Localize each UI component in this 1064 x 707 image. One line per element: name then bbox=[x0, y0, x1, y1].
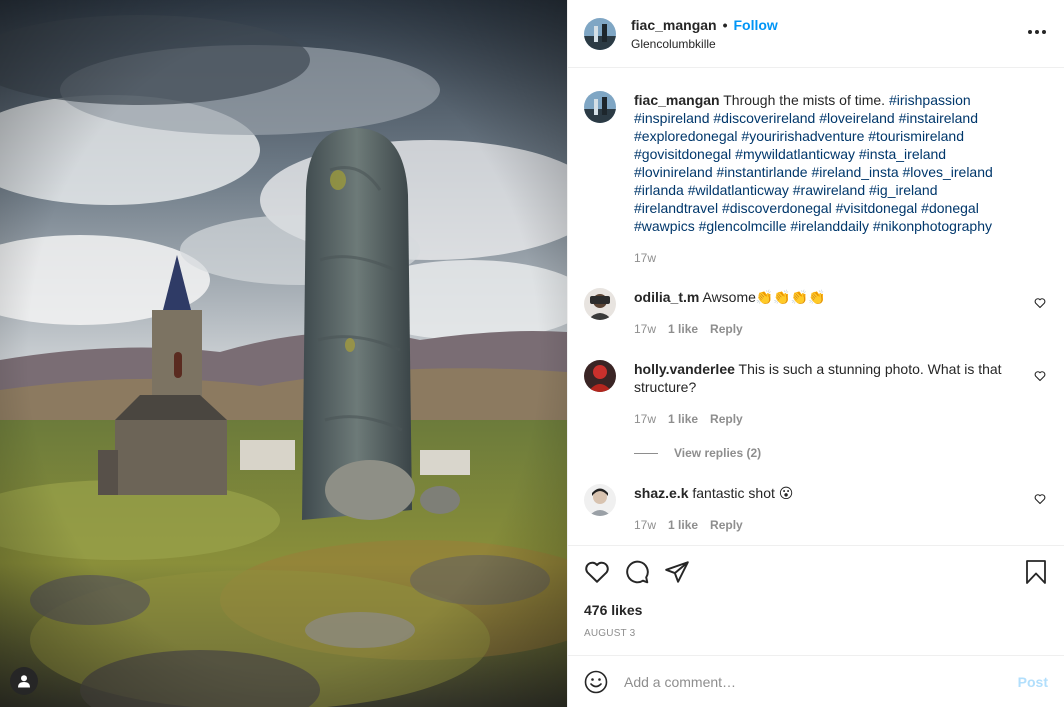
comment-time[interactable]: 17w bbox=[634, 320, 656, 338]
post-viewer: fiac_mangan • Follow Glencolumbkille fia… bbox=[0, 0, 1064, 707]
comment-username[interactable]: odilia_t.m bbox=[634, 289, 699, 305]
comment-item: shaz.e.k fantastic shot 😮 17w 1 like Rep… bbox=[584, 484, 1048, 534]
comment-likes[interactable]: 1 like bbox=[668, 320, 698, 338]
reply-button[interactable]: Reply bbox=[710, 410, 743, 428]
likes-count[interactable]: 476 likes bbox=[584, 602, 1048, 618]
author-avatar[interactable] bbox=[584, 17, 616, 50]
comment-like-heart-icon[interactable] bbox=[1034, 370, 1046, 382]
comment-input[interactable] bbox=[624, 673, 1018, 690]
comment-like-heart-icon[interactable] bbox=[1034, 297, 1046, 309]
comment-likes[interactable]: 1 like bbox=[668, 410, 698, 428]
post-details-panel: fiac_mangan • Follow Glencolumbkille fia… bbox=[567, 0, 1064, 707]
comment-text: Awsome👏👏👏👏 bbox=[702, 289, 826, 305]
view-replies-label: View replies (2) bbox=[674, 446, 762, 460]
reply-button[interactable]: Reply bbox=[710, 516, 743, 534]
post-date[interactable]: AUGUST 3 bbox=[584, 628, 1048, 639]
view-replies-button[interactable]: View replies (2) bbox=[634, 446, 761, 460]
comment-item: odilia_t.m Awsome👏👏👏👏 17w 1 like Reply bbox=[584, 288, 1048, 338]
caption-hashtags[interactable]: #irishpassion #inspireland #discoverirel… bbox=[634, 92, 993, 234]
comment-time[interactable]: 17w bbox=[634, 410, 656, 428]
caption-text: Through the mists of time. bbox=[723, 92, 886, 108]
comment-icon[interactable] bbox=[624, 559, 650, 585]
author-username[interactable]: fiac_mangan bbox=[631, 17, 717, 33]
comment-likes[interactable]: 1 like bbox=[668, 516, 698, 534]
add-comment-bar: Post bbox=[568, 655, 1064, 707]
comment-username[interactable]: shaz.e.k bbox=[634, 485, 688, 501]
photo-artwork bbox=[0, 0, 567, 707]
separator-dot: • bbox=[722, 16, 728, 33]
emoji-icon[interactable] bbox=[584, 670, 608, 694]
comments-list[interactable]: fiac_mangan Through the mists of time. #… bbox=[568, 69, 1064, 545]
user-tag-icon bbox=[18, 675, 30, 688]
heart-icon[interactable] bbox=[584, 559, 610, 585]
comment-like-heart-icon[interactable] bbox=[1034, 493, 1046, 505]
comment-text: fantastic shot 😮 bbox=[692, 485, 794, 501]
commenter-avatar[interactable] bbox=[584, 360, 616, 392]
more-options-icon[interactable] bbox=[1028, 24, 1046, 40]
comment-username[interactable]: holly.vanderlee bbox=[634, 361, 735, 377]
commenter-avatar[interactable] bbox=[584, 484, 616, 516]
comment-item: holly.vanderlee This is such a stunning … bbox=[584, 360, 1048, 428]
follow-button[interactable]: Follow bbox=[734, 17, 778, 33]
post-location[interactable]: Glencolumbkille bbox=[631, 37, 778, 51]
caption: fiac_mangan Through the mists of time. #… bbox=[584, 91, 1048, 267]
caption-time[interactable]: 17w bbox=[634, 249, 656, 267]
post-photo[interactable] bbox=[0, 0, 567, 707]
user-tag-button[interactable] bbox=[10, 667, 38, 695]
comment-time[interactable]: 17w bbox=[634, 516, 656, 534]
commenter-avatar[interactable] bbox=[584, 288, 616, 320]
bookmark-icon[interactable] bbox=[1024, 559, 1048, 585]
post-header: fiac_mangan • Follow Glencolumbkille bbox=[568, 0, 1064, 68]
post-actions: 476 likes AUGUST 3 bbox=[568, 545, 1064, 639]
caption-avatar[interactable] bbox=[584, 91, 616, 123]
share-icon[interactable] bbox=[664, 559, 690, 585]
caption-username[interactable]: fiac_mangan bbox=[634, 92, 720, 108]
post-comment-button[interactable]: Post bbox=[1018, 674, 1048, 690]
reply-button[interactable]: Reply bbox=[710, 320, 743, 338]
